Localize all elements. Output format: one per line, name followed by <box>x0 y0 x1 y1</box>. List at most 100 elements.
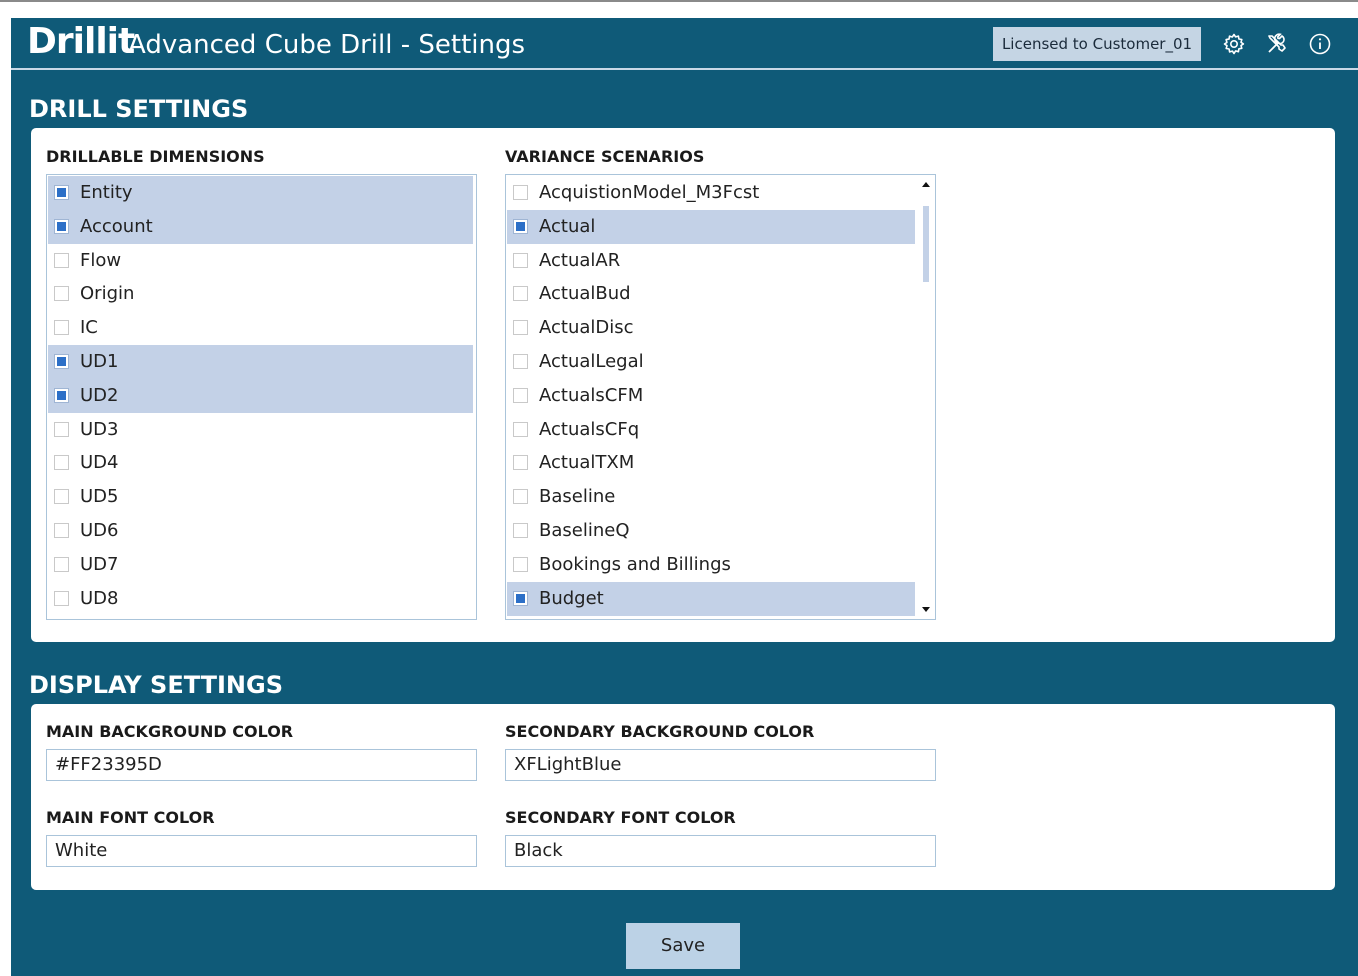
checkbox[interactable] <box>513 286 528 302</box>
checkbox[interactable] <box>54 252 69 268</box>
info-icon[interactable] <box>1308 32 1332 56</box>
checkbox[interactable] <box>513 523 528 538</box>
scenarios-scrollbar[interactable] <box>918 176 934 618</box>
scenario-item[interactable]: Actual <box>507 209 915 244</box>
checkbox[interactable] <box>513 185 528 200</box>
checkbox[interactable] <box>54 455 69 471</box>
checkbox[interactable] <box>54 387 69 403</box>
dimension-item[interactable]: Entity <box>48 176 473 210</box>
checkbox[interactable] <box>513 320 528 336</box>
checkbox[interactable] <box>54 218 69 234</box>
dimension-item[interactable]: IC <box>48 311 473 345</box>
dimension-item-label: UD3 <box>80 418 119 440</box>
dimension-item[interactable]: Origin <box>48 277 473 311</box>
scenario-item-label: ActualsCFq <box>539 418 640 440</box>
dimension-item[interactable]: UD7 <box>48 548 473 582</box>
scenario-item-label: Budget <box>539 587 604 609</box>
scenario-item[interactable]: Budget <box>507 581 915 616</box>
scenario-item[interactable]: BaselineQ <box>507 514 915 548</box>
license-badge: Licensed to Customer_01 <box>993 27 1201 61</box>
display-settings-title: DISPLAY SETTINGS <box>29 671 284 699</box>
dimension-item[interactable]: UD2 <box>48 378 473 413</box>
checkbox[interactable] <box>54 320 69 336</box>
dimension-item-label: Entity <box>80 182 133 203</box>
drill-settings-title: DRILL SETTINGS <box>29 95 249 123</box>
secondary-background-color-label: SECONDARY BACKGROUND COLOR <box>505 722 815 741</box>
checkbox[interactable] <box>54 286 69 302</box>
tools-icon[interactable] <box>1265 32 1289 56</box>
gear-icon[interactable] <box>1222 32 1246 56</box>
checkbox[interactable] <box>513 556 528 572</box>
checkbox[interactable] <box>54 523 69 538</box>
scenarios-listbox[interactable]: AcquistionModel_M3Fcst Actual ActualAR Actu… <box>505 174 936 620</box>
dimension-item-label: UD7 <box>80 553 119 575</box>
checkbox[interactable] <box>54 489 69 505</box>
main-background-color-field[interactable]: #FF23395D <box>46 749 477 781</box>
dimension-item[interactable]: UD8 <box>48 582 473 616</box>
dimension-item-label: Account <box>80 215 153 237</box>
scenario-item-label: ActualDisc <box>539 317 634 339</box>
dimension-item[interactable]: UD6 <box>48 514 473 548</box>
checkbox[interactable] <box>54 421 69 437</box>
main-font-color-field[interactable]: White <box>46 835 477 867</box>
scenario-item[interactable]: Baseline <box>507 480 915 514</box>
checkbox[interactable] <box>513 354 528 369</box>
checkbox[interactable] <box>513 218 528 234</box>
dimension-item[interactable]: UD3 <box>48 413 473 447</box>
checkbox[interactable] <box>54 556 69 572</box>
checkbox[interactable] <box>54 590 69 606</box>
dimension-item[interactable]: UD5 <box>48 480 473 514</box>
secondary-font-color-field[interactable]: Black <box>505 835 936 867</box>
dimensions-listbox[interactable]: Entity Account Flow Origin IC UD1 UD2 UD3 UD4 UD5… <box>46 174 477 620</box>
header-bar: Drillit Advanced Cube Drill - Settings L… <box>11 18 1358 70</box>
save-button[interactable]: Save <box>626 923 740 969</box>
scenario-item[interactable]: AcquistionModel_M3Fcst <box>507 176 915 210</box>
dimension-item-label: IC <box>80 317 98 339</box>
display-settings-panel: MAIN BACKGROUND COLOR #FF23395D SECONDAR… <box>31 704 1335 890</box>
scenario-item-label: BaselineQ <box>539 520 630 541</box>
scenario-item-label: ActualsCFM <box>539 384 644 406</box>
checkbox[interactable] <box>513 455 528 471</box>
checkbox[interactable] <box>513 590 528 606</box>
drillable-dimensions-label: DRILLABLE DIMENSIONS <box>46 147 265 166</box>
drillit-logo: Drillit <box>27 21 135 62</box>
scroll-down-icon[interactable] <box>922 607 930 612</box>
dimension-item-label: UD5 <box>80 486 119 508</box>
variance-scenarios-label: VARIANCE SCENARIOS <box>505 147 705 166</box>
checkbox[interactable] <box>54 354 69 369</box>
checkbox[interactable] <box>513 387 528 403</box>
scenario-item[interactable]: ActualAR <box>507 244 915 278</box>
scenario-item-label: AcquistionModel_M3Fcst <box>539 182 760 203</box>
scenario-item[interactable]: ActualsCFM <box>507 379 915 413</box>
scenario-item[interactable]: ActualDisc <box>507 311 915 345</box>
scenario-item-label: ActualTXM <box>539 452 635 474</box>
dimension-item-label: Origin <box>80 283 135 305</box>
checkbox[interactable] <box>513 252 528 268</box>
dimension-item[interactable]: UD1 <box>48 345 473 379</box>
scenario-item-label: ActualBud <box>539 283 631 305</box>
dimension-item[interactable]: UD4 <box>48 446 473 480</box>
scenario-item[interactable]: ActualsCFq <box>507 413 915 447</box>
checkbox[interactable] <box>513 489 528 505</box>
scenario-item-label: ActualAR <box>539 249 621 271</box>
scenario-item[interactable]: ActualLegal <box>507 345 915 379</box>
scroll-thumb[interactable] <box>923 206 929 282</box>
scenario-item-label: Actual <box>539 215 596 237</box>
scroll-up-icon[interactable] <box>922 182 930 187</box>
scenario-item[interactable]: Bookings and Billings <box>507 548 915 582</box>
scenario-item[interactable]: ActualTXM <box>507 446 915 480</box>
drill-settings-panel: DRILLABLE DIMENSIONS Entity Account Flow Or… <box>31 128 1335 642</box>
dimension-item-label: UD6 <box>80 520 119 541</box>
secondary-background-color-field[interactable]: XFLightBlue <box>505 749 936 781</box>
dimension-item-label: UD1 <box>80 351 119 372</box>
dimension-item[interactable]: Flow <box>48 244 473 278</box>
checkbox[interactable] <box>54 185 69 200</box>
dimension-item[interactable]: Account <box>48 209 473 244</box>
dimension-item-label: Flow <box>80 249 122 271</box>
secondary-font-color-label: SECONDARY FONT COLOR <box>505 808 736 827</box>
page-title: Advanced Cube Drill - Settings <box>128 30 526 60</box>
checkbox[interactable] <box>513 421 528 437</box>
scenario-item-label: ActualLegal <box>539 351 644 372</box>
dimension-item-label: UD8 <box>80 587 119 609</box>
scenario-item[interactable]: ActualBud <box>507 277 915 311</box>
